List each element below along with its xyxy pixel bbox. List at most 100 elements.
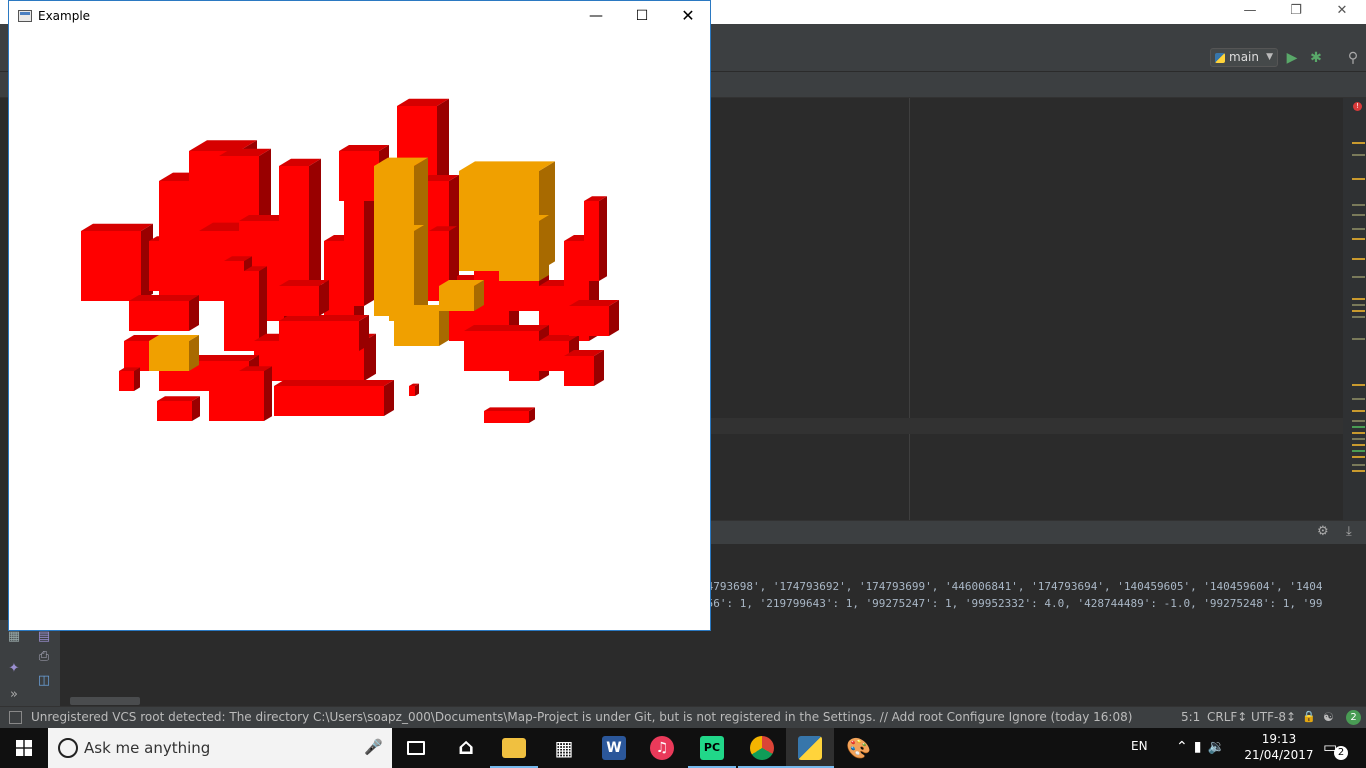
marker (1352, 398, 1365, 400)
action-center-button[interactable]: ▭ 2 (1323, 738, 1348, 760)
run-tool-side-toolbar: ▦ ▤ ⎙ ✦ ◫ » (0, 620, 60, 706)
status-bar: Unregistered VCS root detected: The dire… (0, 706, 1366, 728)
error-indicator-icon: ! (1353, 102, 1362, 111)
building (344, 190, 374, 306)
maximize-button[interactable]: ☐ (619, 1, 665, 31)
more-icon[interactable]: » (5, 686, 23, 704)
word-icon: W (602, 736, 626, 760)
line-separator[interactable]: CRLF↕ (1207, 710, 1247, 724)
marker (1352, 438, 1365, 440)
start-button[interactable] (0, 728, 48, 768)
code-editor[interactable] (711, 98, 1343, 520)
taskbar-file-explorer[interactable] (490, 728, 538, 768)
taskbar: Ask me anything 🎤 ⌂ ▦ W ♫ PC 🎨 EN ⌃▮🔉 19… (0, 728, 1366, 768)
taskbar-paint[interactable]: 🎨 (834, 728, 882, 768)
marker (1352, 228, 1365, 230)
ide-close-button[interactable]: ✕ (1319, 0, 1365, 24)
marker (1352, 420, 1365, 422)
editor-error-stripe[interactable]: ! (1343, 98, 1366, 520)
home-icon: ⌂ (458, 735, 474, 760)
building (409, 383, 419, 396)
hide-panel-icon[interactable]: ⤓ (1346, 524, 1352, 539)
file-encoding[interactable]: UTF-8↕ (1251, 710, 1296, 724)
marker (1352, 178, 1365, 180)
marker (1352, 154, 1365, 156)
run-configuration-label: main (1229, 50, 1259, 64)
taskbar-itunes[interactable]: ♫ (638, 728, 686, 768)
chevron-up-icon[interactable]: ⌃ (1176, 739, 1194, 755)
ide-restore-button[interactable]: ❐ (1273, 0, 1319, 24)
3d-viewport[interactable] (9, 31, 710, 630)
building (484, 407, 535, 423)
lock-icon[interactable]: 🔒 (1302, 710, 1316, 723)
run-tool-window-header: ⚙ ⤓ (711, 520, 1366, 544)
building (274, 380, 394, 416)
marker (1352, 410, 1365, 412)
taskbar-home-app[interactable]: ⌂ (442, 728, 490, 768)
run-configuration-select[interactable]: main ▼ (1210, 48, 1278, 67)
battery-icon[interactable]: ▮ (1194, 739, 1208, 755)
print-icon[interactable]: ⎙ (35, 648, 53, 666)
marker (1352, 204, 1365, 206)
marker (1352, 258, 1365, 260)
inspector-icon[interactable]: ☯ (1323, 710, 1334, 724)
caret-position[interactable]: 5:1 (1181, 710, 1200, 724)
status-message[interactable]: Unregistered VCS root detected: The dire… (31, 710, 1132, 724)
pin-icon[interactable]: ✦ (5, 660, 23, 678)
paint-icon: 🎨 (846, 736, 871, 760)
marker (1352, 456, 1365, 458)
building (564, 350, 604, 386)
run-icon[interactable]: ▶ (1283, 49, 1301, 67)
microphone-icon[interactable]: 🎤 (364, 738, 383, 756)
building-highlighted (439, 280, 484, 311)
taskbar-python[interactable] (786, 728, 834, 768)
taskbar-store[interactable]: ▦ (540, 728, 588, 768)
status-panel-icon[interactable] (9, 711, 22, 724)
gear-icon[interactable]: ⚙ (1317, 524, 1329, 539)
marker (1352, 316, 1365, 318)
example-window[interactable]: Example — ☐ ✕ (8, 0, 711, 631)
console-horizontal-scrollbar[interactable] (70, 697, 140, 705)
marker (1352, 470, 1365, 472)
window-title: Example (38, 9, 91, 23)
event-log-badge[interactable]: 2 (1346, 710, 1361, 725)
marker (1352, 432, 1365, 434)
debug-icon[interactable]: ✱ (1307, 49, 1325, 67)
building (157, 396, 200, 421)
task-view-button[interactable] (392, 728, 440, 768)
windows-logo-icon (16, 740, 32, 756)
python-icon (1215, 53, 1225, 63)
minimize-button[interactable]: — (573, 1, 619, 31)
volume-icon[interactable]: 🔉 (1207, 739, 1230, 755)
window-app-icon (18, 10, 32, 22)
system-tray-icons[interactable]: ⌃▮🔉 (1176, 739, 1231, 768)
marker (1352, 450, 1365, 452)
taskbar-chrome[interactable] (738, 728, 786, 768)
marker (1352, 444, 1365, 446)
building-highlighted (394, 305, 449, 346)
close-button[interactable]: ✕ (665, 1, 711, 31)
marker (1352, 214, 1365, 216)
pycharm-icon: PC (700, 736, 724, 760)
python-icon (798, 736, 822, 760)
marker (1352, 464, 1365, 466)
current-line-highlight (711, 418, 1343, 434)
clock-date: 21/04/2017 (1244, 748, 1314, 762)
ide-minimize-button[interactable]: — (1227, 0, 1273, 24)
example-title-bar[interactable]: Example — ☐ ✕ (9, 1, 710, 31)
taskbar-word[interactable]: W (590, 728, 638, 768)
building (81, 223, 153, 301)
search-placeholder: Ask me anything (84, 739, 211, 757)
clock[interactable]: 19:13 21/04/2017 (1240, 731, 1318, 763)
notification-count: 2 (1334, 746, 1348, 760)
marker (1352, 304, 1365, 306)
city-buildings-render (81, 98, 619, 423)
taskbar-pycharm[interactable]: PC (688, 728, 736, 768)
marker (1352, 238, 1365, 240)
building (279, 280, 329, 316)
building (239, 366, 272, 421)
search-icon[interactable]: ⚲ (1344, 49, 1362, 67)
trash-icon[interactable]: ◫ (35, 672, 53, 690)
cortana-search-box[interactable]: Ask me anything 🎤 (48, 728, 392, 768)
input-language[interactable]: EN (1131, 739, 1148, 768)
